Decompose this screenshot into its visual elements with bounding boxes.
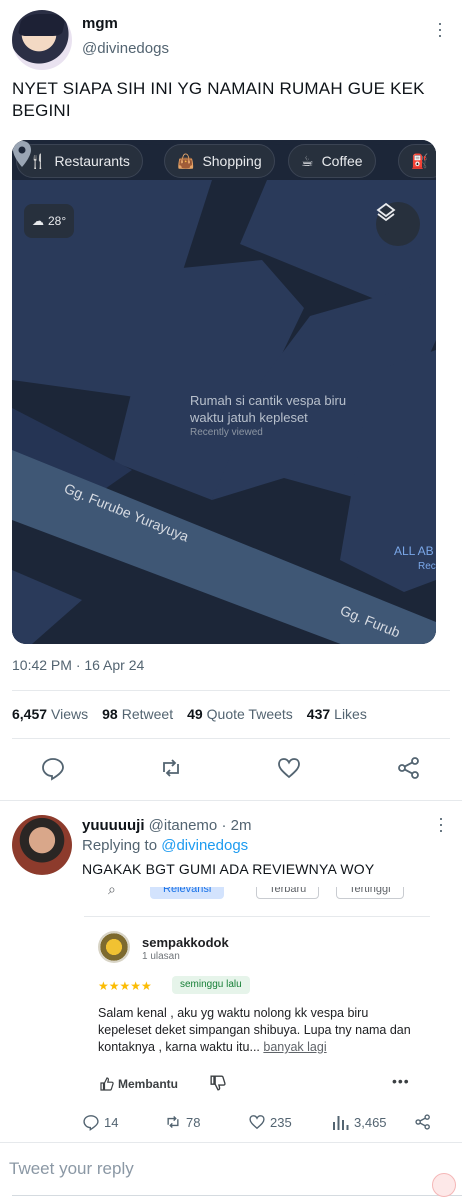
display-name: yuuuuuji bbox=[82, 817, 145, 834]
chip-label: Restaurants bbox=[54, 153, 130, 169]
quote-stat[interactable]: 49 Quote Tweets bbox=[187, 706, 293, 722]
helpful-button[interactable]: Membantu bbox=[100, 1077, 178, 1091]
reply-icon bbox=[83, 1115, 99, 1131]
divider bbox=[12, 738, 450, 739]
filter-relevance[interactable]: Relevansi bbox=[150, 887, 225, 899]
thumbs-down-icon[interactable] bbox=[210, 1075, 226, 1091]
reviewer-avatar[interactable] bbox=[98, 931, 130, 963]
helpful-label: Membantu bbox=[118, 1077, 178, 1091]
thumbs-up-icon bbox=[100, 1077, 114, 1091]
reply-time: · 2m bbox=[221, 817, 252, 834]
divider bbox=[84, 916, 430, 917]
filter-newest[interactable]: Terbaru bbox=[256, 887, 320, 899]
more-options-icon[interactable]: · · · bbox=[432, 14, 448, 44]
reply-count: 14 bbox=[104, 1114, 119, 1130]
display-name[interactable]: mgm bbox=[82, 15, 118, 32]
layers-button[interactable] bbox=[376, 202, 420, 246]
chip-restaurants[interactable]: 🍴 Restaurants bbox=[16, 144, 143, 178]
share-icon[interactable] bbox=[414, 1113, 432, 1131]
tweet-stats: 6,457 Views 98 Retweet 49 Quote Tweets 437 L… bbox=[12, 706, 367, 722]
tweet-timestamp[interactable]: 10:42 PM · 16 Apr 24 bbox=[12, 657, 144, 673]
reply-action[interactable]: 14 bbox=[82, 1113, 118, 1131]
review-more-options[interactable]: ••• bbox=[392, 1073, 410, 1089]
replying-handle-link[interactable]: @divinedogs bbox=[161, 837, 248, 854]
reply-author[interactable]: yuuuuuji @itanemo · 2m bbox=[82, 817, 251, 834]
avatar[interactable] bbox=[12, 10, 72, 70]
review-text: Salam kenal , aku yg waktu nolong kk ves… bbox=[98, 1006, 411, 1054]
share-icon[interactable] bbox=[396, 755, 422, 781]
filter-highest[interactable]: Tertinggi bbox=[336, 887, 404, 899]
chip-label: Coffee bbox=[321, 153, 363, 169]
reply-tweet[interactable]: yuuuuuji @itanemo · 2m · · · Replying to @… bbox=[0, 800, 462, 1140]
likes-stat[interactable]: 437 Likes bbox=[307, 706, 367, 722]
retweet-count: 98 bbox=[102, 706, 118, 722]
recently-viewed-label: Recently viewed bbox=[190, 427, 263, 438]
star-rating: ★★★★★ bbox=[98, 979, 152, 993]
cloud-sun-icon: ☁ bbox=[32, 214, 44, 228]
weather-badge[interactable]: ☁ 28° bbox=[24, 204, 75, 238]
views-count: 3,465 bbox=[354, 1114, 387, 1130]
reply-input[interactable]: Tweet your reply bbox=[9, 1159, 134, 1179]
quote-count: 49 bbox=[187, 706, 203, 722]
views-action[interactable]: 3,465 bbox=[332, 1113, 387, 1131]
replying-prefix: Replying to bbox=[82, 837, 158, 854]
review-screenshot[interactable]: ⌕ Relevansi Terbaru Tertinggi sempakkodo… bbox=[84, 887, 430, 1097]
more-options-icon[interactable]: · · · bbox=[438, 809, 444, 839]
poi-sub-label: Rec bbox=[418, 561, 436, 572]
user-handle[interactable]: @divinedogs bbox=[82, 40, 169, 57]
views-label: Views bbox=[51, 706, 89, 722]
divider bbox=[12, 690, 450, 691]
chip-coffee[interactable]: ☕ Coffee bbox=[288, 144, 376, 178]
reply-icon[interactable] bbox=[40, 755, 66, 781]
chip-shopping[interactable]: 👜 Shopping bbox=[164, 144, 275, 178]
likes-count: 437 bbox=[306, 706, 331, 722]
retweet-icon bbox=[167, 1115, 179, 1129]
retweet-action[interactable]: 78 bbox=[164, 1113, 200, 1131]
like-count: 235 bbox=[270, 1114, 292, 1130]
views-stat[interactable]: 6,457 Views bbox=[12, 706, 88, 722]
like-heart-icon bbox=[249, 1115, 265, 1130]
views-count: 6,457 bbox=[12, 706, 48, 722]
retweet-icon[interactable] bbox=[158, 755, 184, 781]
map-screenshot[interactable]: 🍴 Restaurants 👜 Shopping ☕ Coffee ⛽ G ☁ … bbox=[12, 140, 436, 644]
retweet-stat[interactable]: 98 Retweet bbox=[102, 706, 173, 722]
reviewer-name[interactable]: sempakkodok bbox=[142, 935, 229, 950]
reply-text: NGAKAK BGT GUMI ADA REVIEWNYA WOY bbox=[82, 861, 375, 877]
like-heart-icon[interactable] bbox=[276, 755, 302, 781]
shopping-bag-icon: 👜 bbox=[177, 152, 195, 169]
retweet-count: 78 bbox=[186, 1114, 201, 1130]
temperature: 28° bbox=[48, 214, 67, 228]
poi-label[interactable]: ALL AB bbox=[394, 544, 434, 558]
review-time-badge: seminggu lalu bbox=[172, 976, 250, 994]
user-handle: @itanemo bbox=[148, 817, 218, 834]
sticker-icon bbox=[432, 1173, 456, 1197]
layers-icon bbox=[376, 202, 396, 222]
tweet-actions bbox=[40, 755, 430, 781]
read-more-link[interactable]: banyak lagi bbox=[263, 1040, 326, 1054]
avatar[interactable] bbox=[12, 815, 72, 875]
tweet-header: mgm @divinedogs · · · bbox=[12, 10, 452, 72]
chip-label: Shopping bbox=[202, 153, 262, 169]
replying-to: Replying to @divinedogs bbox=[82, 837, 248, 854]
divider bbox=[12, 1195, 462, 1196]
like-action[interactable]: 235 bbox=[248, 1113, 292, 1131]
gas-station-icon: ⛽ bbox=[411, 152, 429, 169]
tweet-text: NYET SIAPA SIH INI YG NAMAIN RUMAH GUE K… bbox=[12, 79, 425, 120]
retweet-label: Retweet bbox=[121, 706, 174, 722]
reply-actions: 14 78 235 3,465 bbox=[82, 1113, 442, 1133]
reply-composer: Tweet your reply bbox=[0, 1142, 462, 1200]
place-label[interactable]: Rumah si cantik vespa biru waktu jatuh k… bbox=[190, 392, 370, 426]
search-icon: ⌕ bbox=[108, 887, 116, 897]
likes-label: Likes bbox=[334, 706, 367, 722]
quote-label: Quote Tweets bbox=[206, 706, 293, 722]
chip-gas[interactable]: ⛽ G bbox=[398, 144, 436, 178]
review-body: Salam kenal , aku yg waktu nolong kk ves… bbox=[98, 1005, 418, 1056]
reviewer-review-count: 1 ulasan bbox=[142, 951, 180, 962]
map-pin-icon[interactable] bbox=[12, 140, 32, 168]
coffee-cup-icon: ☕ bbox=[301, 152, 314, 169]
review-filter-row: ⌕ Relevansi Terbaru Tertinggi bbox=[84, 887, 430, 907]
bar-chart-icon bbox=[333, 1116, 349, 1130]
